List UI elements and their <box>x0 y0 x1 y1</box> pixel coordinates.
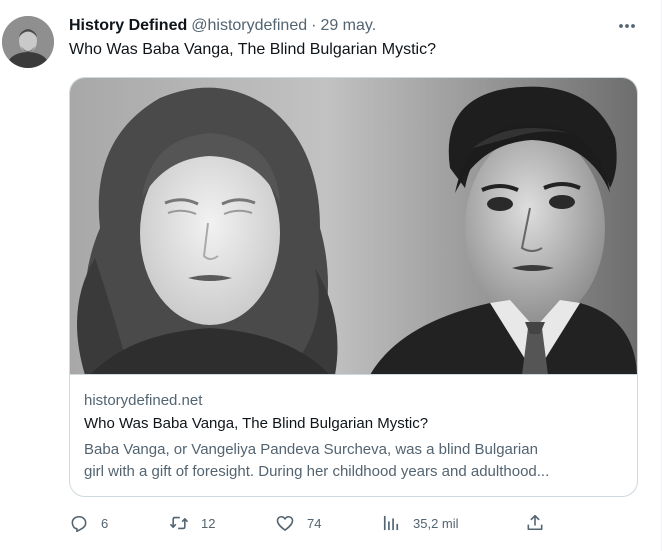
reply-icon <box>71 515 87 533</box>
more-icon <box>619 24 635 28</box>
tweet-timestamp[interactable]: 29 may. <box>320 17 376 35</box>
more-button[interactable] <box>614 14 640 38</box>
tweet[interactable]: History Defined @historydefined · 29 may… <box>0 0 662 551</box>
author-name[interactable]: History Defined <box>69 17 187 35</box>
card-description-line-2: girl with a gift of foresight. During he… <box>84 463 550 480</box>
like-count: 74 <box>307 515 322 531</box>
retweet-button[interactable]: 12 <box>169 510 215 536</box>
header-separator: · <box>311 17 317 34</box>
card-domain: historydefined.net <box>84 392 203 409</box>
reply-count: 6 <box>101 515 109 531</box>
like-button[interactable]: 74 <box>275 510 321 536</box>
avatar[interactable] <box>2 16 54 68</box>
views-button[interactable]: 35,2 mil <box>381 510 459 536</box>
card-image[interactable] <box>70 78 637 375</box>
link-card[interactable]: historydefined.net Who Was Baba Vanga, T… <box>69 77 638 497</box>
card-title: Who Was Baba Vanga, The Blind Bulgarian … <box>84 415 429 432</box>
author-handle[interactable]: @historydefined <box>191 17 307 35</box>
tweet-header: History Defined @historydefined · 29 may… <box>69 15 376 37</box>
views-count: 35,2 mil <box>413 515 459 531</box>
avatar-portrait <box>2 16 54 68</box>
card-description: Baba Vanga, or Vangeliya Pandeva Surchev… <box>84 439 629 483</box>
share-icon <box>527 514 543 531</box>
share-button[interactable] <box>525 510 545 536</box>
retweet-count: 12 <box>201 515 216 531</box>
card-photo <box>70 78 637 374</box>
tweet-text: Who Was Baba Vanga, The Blind Bulgarian … <box>69 41 436 58</box>
like-icon <box>276 515 294 531</box>
views-icon <box>383 515 399 531</box>
reply-button[interactable]: 6 <box>69 510 108 536</box>
retweet-icon <box>169 516 189 530</box>
tweet-actions: 6 12 74 35,2 mil <box>69 510 549 536</box>
card-description-line-1: Baba Vanga, or Vangeliya Pandeva Surchev… <box>84 441 538 458</box>
